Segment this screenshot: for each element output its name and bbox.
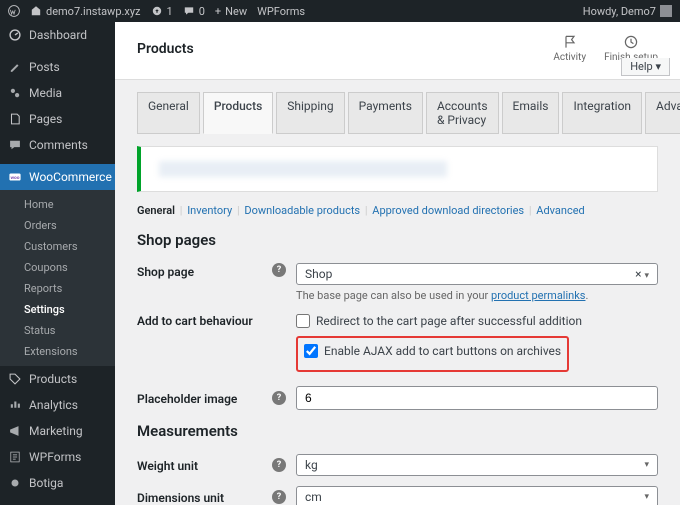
ajax-checkbox[interactable] <box>304 344 318 358</box>
shop-page-select[interactable]: Shop × ▾ <box>296 263 658 285</box>
product-permalinks-link[interactable]: product permalinks <box>491 289 585 302</box>
subsub-general[interactable]: General <box>137 204 175 217</box>
cart-behaviour-label: Add to cart behaviour <box>137 312 272 328</box>
ajax-checkbox-row[interactable]: Enable AJAX add to cart buttons on archi… <box>304 342 561 360</box>
menu-analytics[interactable]: Analytics <box>0 392 115 418</box>
tab-advanced[interactable]: Advanced <box>645 92 680 134</box>
submenu-reports[interactable]: Reports <box>0 278 115 299</box>
placeholder-image-input[interactable] <box>296 386 658 410</box>
menu-dashboard[interactable]: Dashboard <box>0 22 115 48</box>
menu-wpforms[interactable]: WPForms <box>0 444 115 470</box>
chevron-down-icon: ▾ <box>644 460 649 470</box>
clock-icon <box>623 34 639 50</box>
redirect-checkbox-row[interactable]: Redirect to the cart page after successf… <box>296 312 658 330</box>
chevron-down-icon: ▾ <box>644 492 649 502</box>
wpforms-bar[interactable]: WPForms <box>257 5 305 18</box>
wp-logo[interactable] <box>8 5 20 17</box>
menu-comments[interactable]: Comments <box>0 132 115 158</box>
shop-page-desc: The base page can also be used in your p… <box>296 289 658 302</box>
submenu-extensions[interactable]: Extensions <box>0 341 115 362</box>
menu-posts[interactable]: Posts <box>0 54 115 80</box>
menu-products[interactable]: Products <box>0 366 115 392</box>
chevron-down-icon: ▾ <box>644 271 649 281</box>
menu-pages[interactable]: Pages <box>0 106 115 132</box>
help-icon[interactable]: ? <box>272 458 286 472</box>
section-measurements: Measurements <box>137 422 658 440</box>
subsub-approved[interactable]: Approved download directories <box>372 204 524 217</box>
submenu-settings[interactable]: Settings <box>0 299 115 320</box>
avatar <box>660 5 672 17</box>
tab-payments[interactable]: Payments <box>348 92 423 134</box>
howdy[interactable]: Howdy, Demo7 <box>583 5 672 18</box>
menu-botiga[interactable]: Botiga <box>0 470 115 496</box>
help-icon[interactable]: ? <box>272 391 286 405</box>
shop-page-label: Shop page <box>137 263 272 279</box>
new-content[interactable]: + New <box>215 5 247 18</box>
submenu-coupons[interactable]: Coupons <box>0 257 115 278</box>
sub-section-nav: General | Inventory | Downloadable produ… <box>137 204 658 217</box>
menu-marketing[interactable]: Marketing <box>0 418 115 444</box>
admin-notice <box>137 146 658 192</box>
help-icon[interactable]: ? <box>272 263 286 277</box>
main-content: Products Activity Finish setup Help ▾ Ge… <box>115 22 680 505</box>
admin-bar: demo7.instawp.xyz 1 0 + New WPForms Howd… <box>0 0 680 22</box>
comments-count[interactable]: 0 <box>183 5 205 18</box>
settings-tabs: General Products Shipping Payments Accou… <box>137 92 658 134</box>
redirect-checkbox[interactable] <box>296 314 310 328</box>
tab-integration[interactable]: Integration <box>562 92 642 134</box>
menu-woocommerce[interactable]: wooWooCommerce <box>0 164 115 190</box>
subsub-advanced[interactable]: Advanced <box>536 204 584 217</box>
dimensions-unit-select[interactable]: cm▾ <box>296 486 658 505</box>
clear-icon[interactable]: × <box>635 267 641 281</box>
svg-text:woo: woo <box>10 175 19 181</box>
admin-sidebar: Dashboard Posts Media Pages Comments woo… <box>0 22 115 505</box>
flag-icon <box>562 34 578 50</box>
help-tab[interactable]: Help ▾ <box>621 58 670 76</box>
page-title: Products <box>137 41 194 57</box>
ajax-highlight-box: Enable AJAX add to cart buttons on archi… <box>296 336 569 372</box>
weight-unit-label: Weight unit <box>137 457 272 473</box>
help-icon[interactable]: ? <box>272 490 286 504</box>
placeholder-image-label: Placeholder image <box>137 390 272 406</box>
tab-emails[interactable]: Emails <box>502 92 560 134</box>
site-name[interactable]: demo7.instawp.xyz <box>30 5 141 18</box>
menu-media[interactable]: Media <box>0 80 115 106</box>
page-header: Products Activity Finish setup <box>115 22 680 80</box>
tab-accounts[interactable]: Accounts & Privacy <box>426 92 499 134</box>
subsub-downloadable[interactable]: Downloadable products <box>244 204 360 217</box>
section-shop-pages: Shop pages <box>137 231 658 249</box>
subsub-inventory[interactable]: Inventory <box>187 204 232 217</box>
submenu-home[interactable]: Home <box>0 194 115 215</box>
tab-general[interactable]: General <box>137 92 200 134</box>
tab-products[interactable]: Products <box>203 92 273 134</box>
tab-shipping[interactable]: Shipping <box>276 92 344 134</box>
weight-unit-select[interactable]: kg▾ <box>296 454 658 476</box>
submenu-orders[interactable]: Orders <box>0 215 115 236</box>
notice-content-blurred <box>159 161 447 177</box>
updates[interactable]: 1 <box>151 5 173 18</box>
submenu-status[interactable]: Status <box>0 320 115 341</box>
woocommerce-submenu: Home Orders Customers Coupons Reports Se… <box>0 190 115 366</box>
dimensions-unit-label: Dimensions unit <box>137 489 272 505</box>
submenu-customers[interactable]: Customers <box>0 236 115 257</box>
activity-button[interactable]: Activity <box>553 34 586 63</box>
